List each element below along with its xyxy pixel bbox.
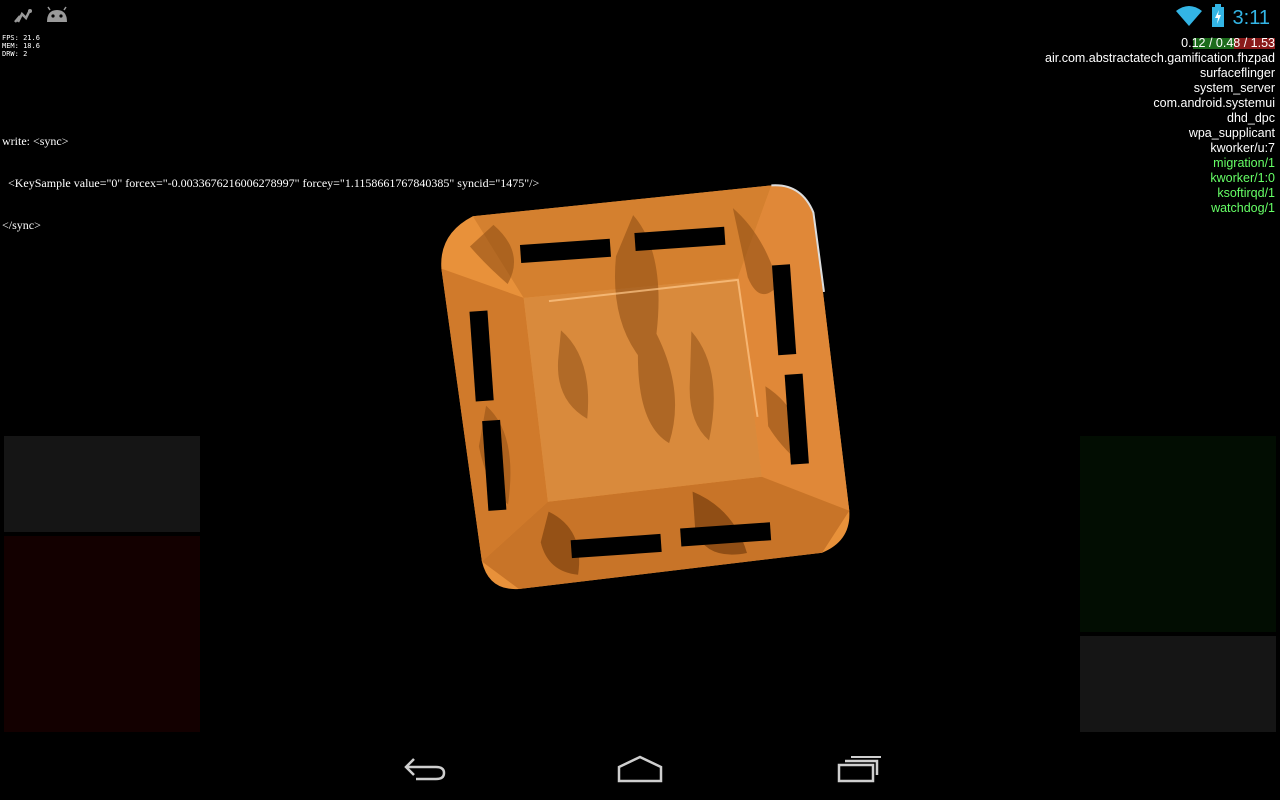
back-button[interactable] xyxy=(394,750,454,786)
process-entry: kworker/1:0 xyxy=(1210,171,1275,185)
process-entry: surfaceflinger xyxy=(1199,66,1275,80)
recents-icon xyxy=(837,756,881,783)
load-average: 0.12 / 0.48 / 1.53 xyxy=(1181,36,1276,50)
android-debug-icon xyxy=(44,6,70,31)
process-entry: watchdog/1 xyxy=(1211,201,1275,215)
process-entry: ksoftirqd/1 xyxy=(1217,186,1275,200)
game-block[interactable] xyxy=(430,180,850,590)
touch-pad-left-bottom[interactable] xyxy=(4,536,200,732)
battery-charging-icon xyxy=(1211,4,1225,33)
touch-pad-right-top[interactable] xyxy=(1080,436,1276,632)
home-icon xyxy=(617,755,663,783)
process-entry: kworker/u:7 xyxy=(1210,141,1275,155)
wifi-icon xyxy=(1175,5,1203,32)
back-icon xyxy=(404,758,446,781)
home-button[interactable] xyxy=(610,750,670,786)
process-entry: air.com.abstractatech.gamification.fhzpa… xyxy=(1045,51,1275,65)
usb-debug-icon xyxy=(12,6,34,31)
drw-readout: DRW: 2 xyxy=(2,50,28,58)
clock: 3:11 xyxy=(1232,7,1270,29)
system-icons: 3:11 xyxy=(1175,4,1270,33)
recents-button[interactable] xyxy=(828,750,888,786)
process-list: air.com.abstractatech.gamification.fhzpa… xyxy=(1045,51,1275,216)
notification-icons xyxy=(12,6,70,31)
sync-log-line: write: <sync> xyxy=(2,134,69,148)
process-entry: wpa_supplicant xyxy=(1188,126,1275,140)
process-entry: com.android.systemui xyxy=(1153,96,1275,110)
mem-readout: MEM: 18.6 xyxy=(2,42,40,50)
perf-overlay: FPS: 21.6 MEM: 18.6 DRW: 2 xyxy=(2,34,40,58)
touch-pad-left-top[interactable] xyxy=(4,436,200,532)
touch-pad-right-bottom[interactable] xyxy=(1080,636,1276,732)
load-panel: 0.12 / 0.48 / 1.53 air.com.abstractatech… xyxy=(1045,36,1276,216)
fps-readout: FPS: 21.6 xyxy=(2,34,40,42)
process-entry: system_server xyxy=(1193,81,1275,95)
process-entry: dhd_dpc xyxy=(1227,111,1275,125)
nav-bar xyxy=(0,736,1280,800)
process-entry: migration/1 xyxy=(1213,156,1275,170)
status-bar: 3:11 xyxy=(0,0,1280,34)
